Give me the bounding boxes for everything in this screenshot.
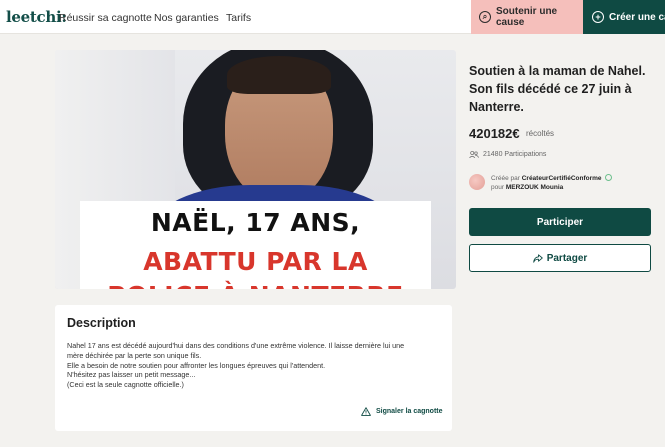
report-label: Signaler la cagnotte xyxy=(376,408,443,415)
search-icon: ⌕ xyxy=(479,11,491,23)
leetchi-logo[interactable]: leetchi: xyxy=(6,8,67,26)
description-line: Elle a besoin de notre soutien pour affr… xyxy=(67,360,326,370)
nav-link-tarifs[interactable]: Tarifs xyxy=(226,12,251,24)
people-icon xyxy=(469,151,479,158)
campaign-photo: NAËL, 17 ANS, ABATTU PAR LA POLICE À NAN… xyxy=(55,50,456,289)
photo-caption-line3: POLICE À NANTERRE xyxy=(80,281,431,289)
description-line: mère déchirée par la perte son unique fi… xyxy=(67,350,202,360)
share-label: Partager xyxy=(546,252,588,264)
description-card: Description Nahel 17 ans est décédé aujo… xyxy=(55,305,452,431)
share-arrow-icon xyxy=(532,253,543,263)
photo-caption-line2: ABATTU PAR LA xyxy=(143,247,368,276)
description-heading: Description xyxy=(67,316,136,330)
creator-name[interactable]: CréateurCertifiéConforme xyxy=(522,175,602,182)
participate-button[interactable]: Participer xyxy=(469,208,651,236)
description-text: Nahel 17 ans est décédé aujourd'hui dans… xyxy=(67,341,447,390)
share-button[interactable]: Partager xyxy=(469,244,651,272)
photo-caption-line1: NAËL, 17 ANS, xyxy=(150,208,361,237)
warning-icon xyxy=(361,407,371,416)
created-by-prefix: Créée par xyxy=(491,175,520,182)
verified-check-icon xyxy=(605,174,613,181)
beneficiary-name: MERZOUK Mounia xyxy=(505,184,564,191)
support-cause-button[interactable]: ⌕ Soutenir une cause xyxy=(471,0,583,34)
creator-avatar[interactable] xyxy=(469,174,485,190)
plus-icon: + xyxy=(592,11,604,23)
top-nav-bar: leetchi: Réussir sa cagnotte Nos garanti… xyxy=(0,0,665,34)
create-cagnotte-label: Créer une cagnotte xyxy=(609,11,665,23)
creator-info: Créée par CréateurCertifiéConforme pour … xyxy=(469,174,613,192)
support-cause-label: Soutenir une cause xyxy=(496,6,558,28)
description-line: N'hésitez pas laisser un petit message..… xyxy=(67,370,196,380)
participants-label: 21480 Participations xyxy=(483,151,547,158)
nav-link-reussir[interactable]: Réussir sa cagnotte xyxy=(59,12,152,24)
campaign-title: Soutien à la maman de Nahel. Son fils dé… xyxy=(469,64,646,114)
create-cagnotte-button[interactable]: + Créer une cagnotte xyxy=(583,0,665,34)
report-cagnotte-link[interactable]: Signaler la cagnotte xyxy=(361,407,443,416)
participants-count: 21480 Participations xyxy=(469,151,546,158)
description-line: Nahel 17 ans est décédé aujourd'hui dans… xyxy=(67,341,405,350)
description-line: (Ceci est la seule cagnotte officielle.) xyxy=(67,380,184,390)
amount-collected: 420182€ xyxy=(469,126,520,141)
amount-label: récoltés xyxy=(526,129,555,138)
nav-link-garanties[interactable]: Nos garanties xyxy=(154,12,219,24)
for-prefix: pour xyxy=(491,184,505,191)
